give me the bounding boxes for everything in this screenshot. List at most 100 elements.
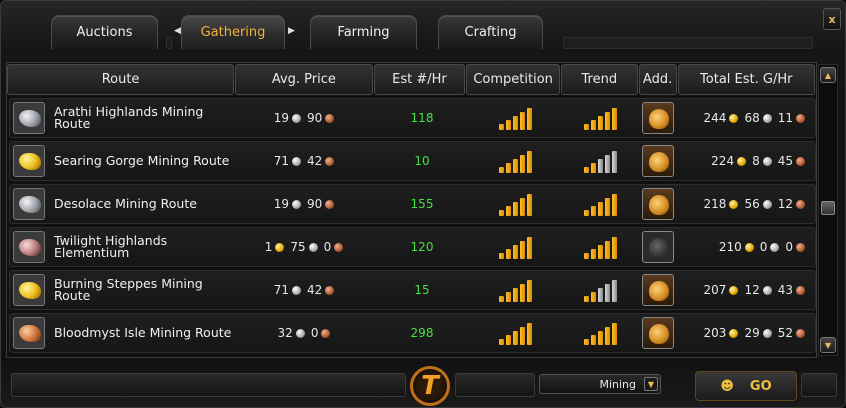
trend-meter — [562, 271, 639, 309]
silver-amount: 71 — [273, 154, 289, 168]
trend-bar — [612, 108, 617, 130]
tradeskill-window: Auctions ◀ Gathering ▶ Farming Crafting … — [0, 0, 846, 408]
tab-right-arrow-icon[interactable]: ▶ — [288, 26, 295, 36]
gold-amount: 210 — [718, 240, 742, 254]
route-cell: Searing Gorge Mining Route — [10, 142, 238, 180]
route-name: Arathi Highlands Mining Route — [54, 104, 204, 131]
mode-dropdown[interactable]: Mining ▼ — [539, 374, 661, 394]
table-row[interactable]: Twilight Highlands Elementium 1 75 0 120 210 0… — [9, 227, 816, 267]
add-cell — [639, 271, 677, 309]
scroll-down-button[interactable]: ▼ — [820, 337, 836, 353]
gold-coin-icon — [744, 242, 754, 252]
trend-bar — [591, 335, 596, 345]
table-row[interactable]: Desolace Mining Route 19 90 155 218 56 12 — [9, 184, 816, 224]
gold-coin-icon — [729, 113, 739, 123]
scroll-up-button[interactable]: ▲ — [820, 67, 836, 83]
silver-amount: 56 — [744, 197, 760, 211]
gold-coin-icon — [729, 285, 739, 295]
est-per-hour-cell: 10 — [414, 154, 430, 168]
column-route[interactable]: Route — [7, 64, 235, 95]
competition-meter — [468, 314, 562, 352]
avg-price-cell: 32 0 — [238, 314, 376, 352]
gold-coin-icon — [729, 199, 739, 209]
avg-price-cell: 71 42 — [238, 142, 376, 180]
tab-gathering[interactable]: Gathering — [181, 15, 285, 49]
trend-meter — [562, 185, 639, 223]
total-gold-per-hour-cell: 244 68 11 — [677, 99, 817, 137]
column-est-per-hour[interactable]: Est #/Hr — [373, 64, 466, 95]
close-button[interactable]: x — [823, 8, 841, 30]
competition-bar — [526, 323, 532, 345]
competition-bar — [526, 237, 532, 259]
column-total-gold-per-hour[interactable]: Total Est. G/Hr — [677, 64, 815, 95]
trend-bar — [598, 202, 603, 216]
competition-bar — [512, 202, 518, 216]
trend-bar — [598, 245, 603, 259]
loot-bag-icon[interactable] — [642, 317, 674, 349]
add-cell — [639, 314, 677, 352]
avg-price-cell: 71 42 — [238, 271, 376, 309]
competition-bar — [519, 284, 525, 302]
copper-amount: 90 — [307, 111, 323, 125]
chevron-down-icon[interactable]: ▼ — [644, 377, 658, 391]
trend-bar — [605, 327, 610, 345]
copper-coin-icon — [796, 285, 805, 295]
copper-amount: 52 — [777, 326, 793, 340]
total-gold-per-hour-cell: 218 56 12 — [677, 185, 817, 223]
empty-bag-icon[interactable] — [642, 231, 674, 263]
table-row[interactable]: Searing Gorge Mining Route 71 42 10 224 8 45 — [9, 141, 816, 181]
trend-bar — [591, 163, 596, 173]
est-per-hour-cell: 298 — [410, 326, 434, 340]
est-per-hour-cell: 118 — [410, 111, 434, 125]
competition-bar — [505, 249, 511, 259]
competition-bar — [519, 155, 525, 173]
competition-meter — [468, 142, 562, 180]
elementium-ore-icon — [13, 231, 45, 263]
silver-amount: 75 — [290, 240, 306, 254]
column-avg-price[interactable]: Avg. Price — [235, 64, 373, 95]
copper-ore-icon — [13, 317, 45, 349]
column-add[interactable]: Add. — [638, 64, 677, 95]
competition-bar — [519, 112, 525, 130]
logo-letter: T — [421, 371, 439, 401]
tab-farming[interactable]: Farming — [310, 15, 417, 49]
table-row[interactable]: Arathi Highlands Mining Route 19 90 118 244 6… — [9, 98, 816, 138]
tab-bar: Auctions ◀ Gathering ▶ Farming Crafting … — [1, 1, 845, 59]
tab-auctions[interactable]: Auctions — [51, 15, 158, 49]
competition-bar — [498, 339, 504, 345]
copper-coin-icon — [325, 156, 335, 166]
loot-bag-icon[interactable] — [642, 188, 674, 220]
loot-bag-icon[interactable] — [642, 102, 674, 134]
scrollbar[interactable]: ▲ ▼ — [818, 64, 838, 356]
tab-crafting[interactable]: Crafting — [438, 15, 543, 49]
copper-amount: 43 — [777, 283, 793, 297]
route-cell: Burning Steppes Mining Route — [10, 271, 238, 309]
column-trend[interactable]: Trend — [560, 64, 638, 95]
go-button[interactable]: ☻ GO — [695, 371, 797, 401]
route-name: Burning Steppes Mining Route — [54, 276, 203, 303]
loot-bag-icon[interactable] — [642, 274, 674, 306]
add-cell — [639, 185, 677, 223]
silver-amount: 19 — [273, 111, 289, 125]
copper-coin-icon — [796, 242, 805, 252]
table-row[interactable]: Bloodmyst Isle Mining Route 32 0 298 203 29 52 — [9, 313, 816, 353]
scroll-thumb[interactable] — [821, 201, 835, 215]
column-competition[interactable]: Competition — [466, 64, 560, 95]
tab-left-arrow-icon[interactable]: ◀ — [174, 26, 181, 36]
silver-amount: 68 — [744, 111, 760, 125]
trend-bar — [584, 339, 589, 345]
competition-meter — [468, 228, 562, 266]
silver-coin-icon — [762, 285, 772, 295]
copper-coin-icon — [796, 156, 805, 166]
route-cell: Bloodmyst Isle Mining Route — [10, 314, 238, 352]
est-per-hour-cell: 15 — [414, 283, 430, 297]
loot-bag-icon[interactable] — [642, 145, 674, 177]
trend-bar — [612, 194, 617, 216]
competition-bar — [505, 206, 511, 216]
trend-bar — [591, 120, 596, 130]
competition-bar — [498, 296, 504, 302]
close-icon: x — [828, 12, 836, 26]
silver-ore-icon — [13, 102, 45, 134]
table-row[interactable]: Burning Steppes Mining Route 71 42 15 207 12 4… — [9, 270, 816, 310]
copper-coin-icon — [796, 113, 805, 123]
